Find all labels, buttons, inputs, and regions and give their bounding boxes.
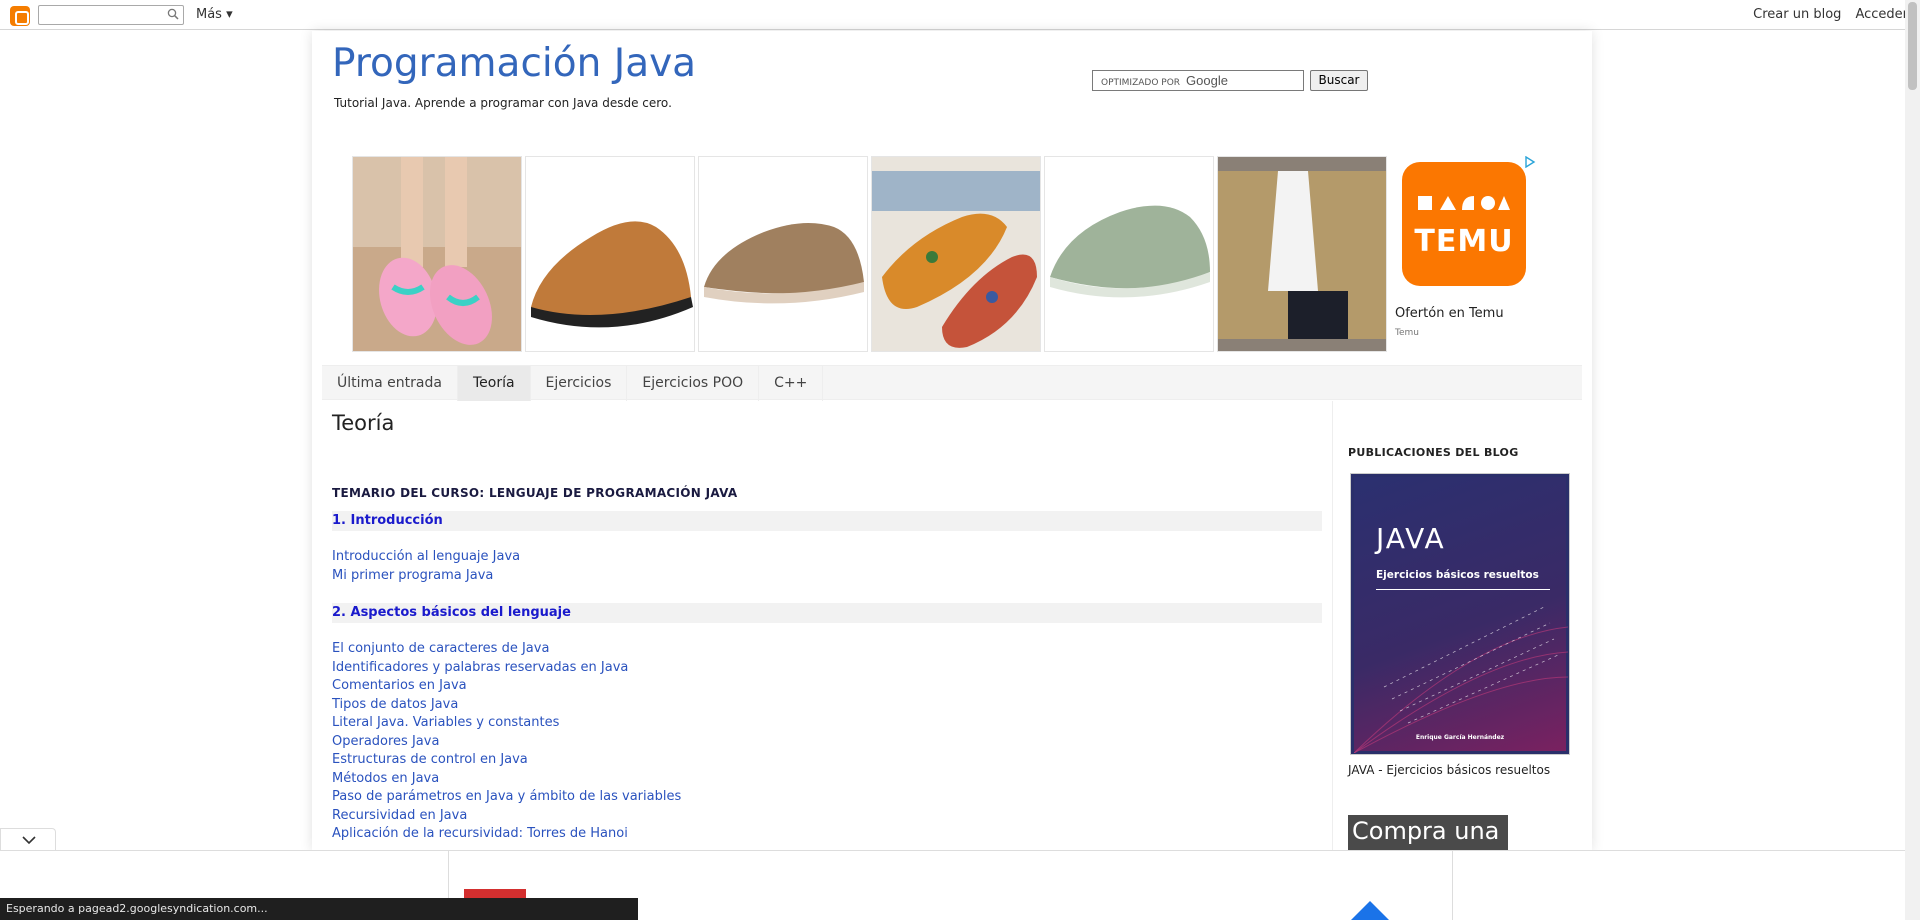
temu-wordmark: TEMU	[1414, 224, 1514, 259]
course-link[interactable]: Aplicación de la recursividad: Torres de…	[332, 825, 1322, 844]
course-link[interactable]: Operadores Java	[332, 733, 1322, 752]
course-link[interactable]: Tipos de datos Java	[332, 696, 1322, 715]
collapse-ad-button[interactable]	[0, 828, 56, 850]
sidebar: PUBLICACIONES DEL BLOG JAVA Ejercicios b…	[1348, 446, 1578, 863]
book-caption[interactable]: JAVA - Ejercicios básicos resueltos	[1348, 763, 1578, 777]
section-heading: 1. Introducción	[332, 511, 1322, 531]
temu-icons	[1418, 196, 1510, 210]
book-divider	[1376, 589, 1550, 590]
chevron-down-icon	[22, 836, 36, 845]
book-cover-image[interactable]: JAVA Ejercicios básicos resueltos Enriqu…	[1350, 473, 1570, 755]
blog-content: Programación Java Tutorial Java. Aprende…	[312, 31, 1592, 863]
ad-product-image[interactable]	[871, 156, 1041, 352]
blogger-navbar: Más ▾ Crear un blog Acceder	[0, 0, 1920, 30]
course-link[interactable]: Literal Java. Variables y constantes	[332, 714, 1322, 733]
book-author: Enrique García Hernández	[1415, 734, 1505, 741]
blog-title[interactable]: Programación Java	[332, 41, 696, 86]
ad-banner[interactable]: TEMU Ofertón en Temu Temu	[352, 156, 1542, 354]
ad-product-image[interactable]	[352, 156, 522, 352]
search-button[interactable]: Buscar	[1310, 70, 1368, 91]
tab-teoria[interactable]: Teoría	[457, 366, 531, 401]
temu-logo[interactable]: TEMU	[1402, 162, 1526, 286]
sidebar-ad-text[interactable]: Compra una	[1352, 817, 1499, 845]
tab-cpp[interactable]: C++	[759, 366, 824, 401]
blog-description: Tutorial Java. Aprende a programar con J…	[334, 96, 672, 110]
google-search-input[interactable]: OPTIMIZADO POR Google	[1092, 70, 1304, 91]
course-link[interactable]: Estructuras de control en Java	[332, 751, 1322, 770]
course-link[interactable]: Paso de parámetros en Java y ámbito de l…	[332, 788, 1322, 807]
scrollbar-thumb[interactable]	[1908, 2, 1917, 90]
browser-status-bar: Esperando a pagead2.googlesyndication.co…	[0, 898, 638, 920]
course-link[interactable]: Mi primer programa Java	[332, 567, 1322, 586]
create-blog-link[interactable]: Crear un blog	[1753, 7, 1841, 22]
section-heading: 2. Aspectos básicos del lenguaje	[332, 603, 1322, 623]
search-icon[interactable]	[167, 8, 179, 20]
ad-caption[interactable]: Ofertón en Temu	[1395, 306, 1504, 321]
course-link[interactable]: Comentarios en Java	[332, 677, 1322, 696]
navbar-search-input[interactable]	[38, 5, 184, 25]
section-link-list: Introducción al lenguaje Java Mi primer …	[332, 548, 1322, 585]
column-divider	[1332, 401, 1333, 861]
ad-product-image[interactable]	[1217, 156, 1387, 352]
ad-product-image[interactable]	[1044, 156, 1214, 352]
book-subtitle: Ejercicios básicos resueltos	[1376, 569, 1539, 581]
sign-in-link[interactable]: Acceder	[1855, 7, 1908, 22]
sidebar-heading: PUBLICACIONES DEL BLOG	[1348, 446, 1519, 459]
tab-ejercicios-poo[interactable]: Ejercicios POO	[627, 366, 760, 401]
page-scrollbar[interactable]	[1905, 0, 1920, 920]
course-link[interactable]: Introducción al lenguaje Java	[332, 548, 1322, 567]
ad-product-image[interactable]	[525, 156, 695, 352]
book-cover-art	[1354, 606, 1568, 753]
directions-icon[interactable]	[1350, 901, 1390, 920]
more-menu[interactable]: Más ▾	[196, 7, 233, 22]
main-column: Teoría TEMARIO DEL CURSO: LENGUAJE DE PR…	[332, 411, 1322, 862]
adchoices-icon[interactable]	[1524, 156, 1536, 168]
course-link[interactable]: Métodos en Java	[332, 770, 1322, 789]
course-link[interactable]: Recursividad en Java	[332, 807, 1322, 826]
course-link[interactable]: El conjunto de caracteres de Java	[332, 640, 1322, 659]
tab-ejercicios[interactable]: Ejercicios	[531, 366, 628, 401]
powered-by-label: OPTIMIZADO POR	[1101, 78, 1181, 88]
page-title: Teoría	[332, 411, 395, 435]
course-link[interactable]: Identificadores y palabras reservadas en…	[332, 659, 1322, 678]
page-tabs: Última entrada Teoría Ejercicios Ejercic…	[322, 365, 1582, 401]
course-heading: TEMARIO DEL CURSO: LENGUAJE DE PROGRAMAC…	[332, 486, 738, 500]
book-title: JAVA	[1376, 522, 1446, 555]
google-logo: Google	[1186, 73, 1228, 88]
ad-advertiser[interactable]: Temu	[1395, 328, 1419, 338]
ad-product-image[interactable]	[698, 156, 868, 352]
blogger-logo-icon[interactable]	[10, 6, 30, 26]
tab-ultima-entrada[interactable]: Última entrada	[322, 366, 458, 401]
section-link-list: El conjunto de caracteres de Java Identi…	[332, 640, 1322, 844]
